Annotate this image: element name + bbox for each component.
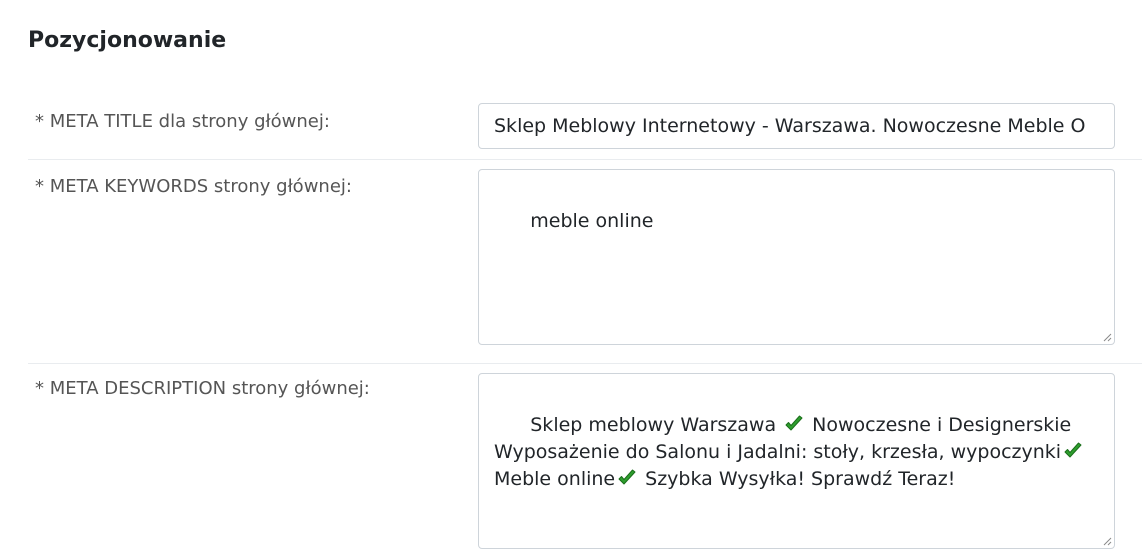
row-divider bbox=[28, 159, 1142, 160]
check-mark-icon bbox=[785, 415, 803, 431]
meta-keywords-textarea[interactable]: meble online bbox=[478, 169, 1115, 345]
meta-keywords-label: * META KEYWORDS strony głównej: bbox=[35, 176, 352, 197]
section-title: Pozycjonowanie bbox=[28, 28, 227, 53]
row-divider bbox=[28, 363, 1142, 364]
resize-grip-icon[interactable] bbox=[1103, 537, 1112, 546]
meta-description-textarea[interactable]: Sklep meblowy Warszawa Nowoczesne i Desi… bbox=[478, 373, 1115, 549]
check-mark-icon bbox=[1064, 442, 1082, 458]
meta-title-row: * META TITLE dla strony głównej: Sklep M… bbox=[28, 103, 1142, 159]
meta-keywords-value: meble online bbox=[530, 210, 654, 232]
meta-description-label: * META DESCRIPTION strony głównej: bbox=[35, 378, 370, 399]
meta-keywords-row: * META KEYWORDS strony głównej: meble on… bbox=[28, 169, 1142, 364]
meta-description-row: * META DESCRIPTION strony głównej: Sklep… bbox=[28, 373, 1142, 560]
meta-title-label: * META TITLE dla strony głównej: bbox=[35, 111, 330, 132]
meta-title-input[interactable]: Sklep Meblowy Internetowy - Warszawa. No… bbox=[478, 103, 1115, 149]
meta-description-value: Sklep meblowy Warszawa Nowoczesne i Desi… bbox=[494, 414, 1092, 490]
seo-settings-panel: Pozycjonowanie * META TITLE dla strony g… bbox=[0, 0, 1142, 560]
check-mark-icon bbox=[618, 469, 636, 485]
resize-grip-icon[interactable] bbox=[1103, 333, 1112, 342]
